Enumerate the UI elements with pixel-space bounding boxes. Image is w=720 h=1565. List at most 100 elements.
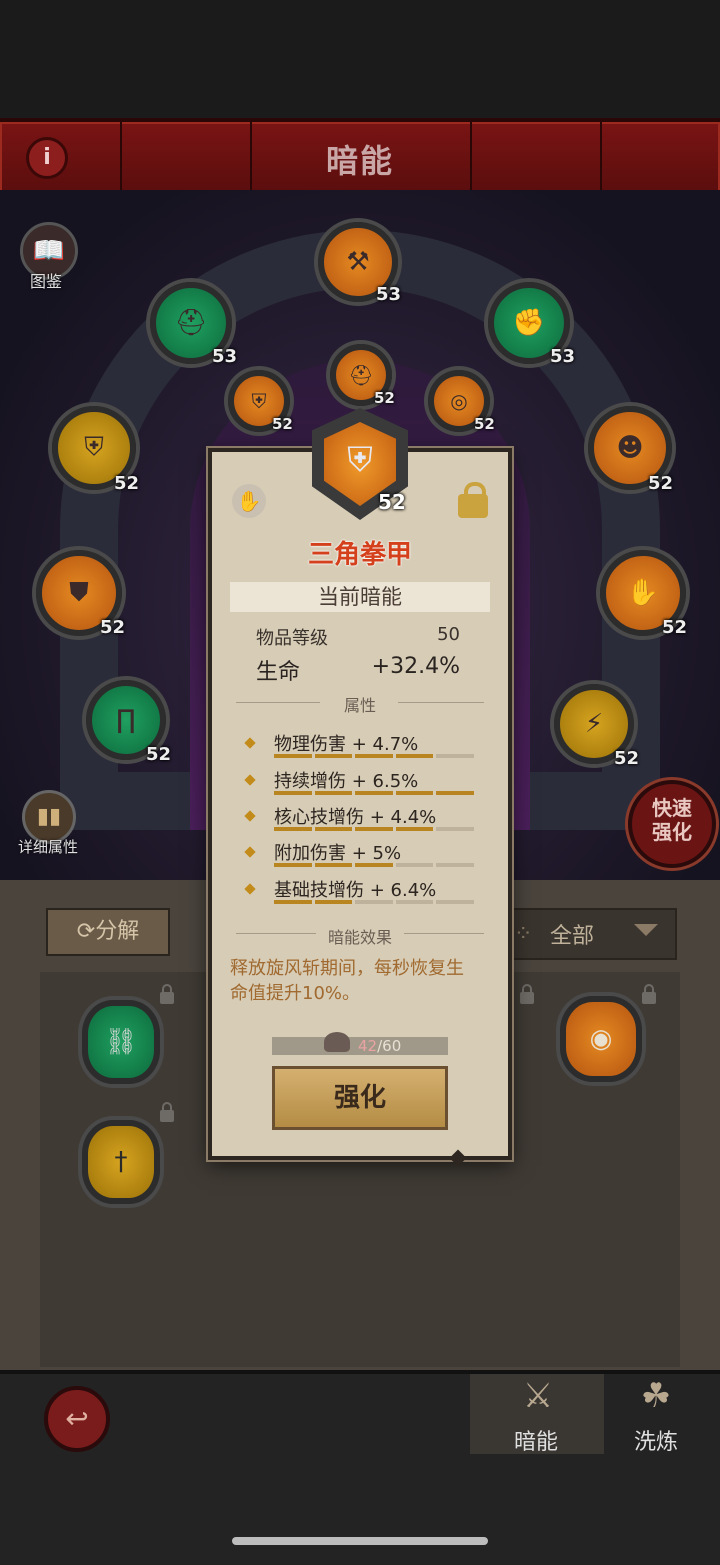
slot-level: 52 <box>374 389 395 407</box>
material-need: /60 <box>377 1037 402 1055</box>
roll-segment <box>436 791 474 795</box>
diamond-bullet-icon <box>244 774 256 786</box>
gauntlet-icon: ⛨ <box>347 440 373 480</box>
unlock-icon-body[interactable] <box>458 494 488 518</box>
life-label: 生命 <box>256 660 301 685</box>
codex-label: 图鉴 <box>29 272 62 291</box>
status-bar-area <box>0 0 720 118</box>
slot-level: 52 <box>146 744 172 765</box>
chevron-down-icon[interactable] <box>634 924 658 936</box>
shoulder-icon: ⛊ <box>69 577 89 608</box>
attribute-roll-bar <box>274 754 474 758</box>
attribute-text: 核心技增伤 + 4.4% <box>274 807 437 828</box>
lock-icon <box>642 984 656 1004</box>
roll-segment <box>436 900 474 904</box>
refine-tab-icon[interactable]: ☘ <box>626 1376 686 1416</box>
diamond-bullet-icon <box>244 883 256 895</box>
roll-segment <box>274 900 312 904</box>
grid-icon: ⁘ <box>514 922 533 947</box>
attribute-text: 持续增伤 + 6.5% <box>274 771 419 792</box>
slot-level: 52 <box>614 748 640 769</box>
glove-icon: ✋ <box>626 578 660 608</box>
slot-level: 53 <box>212 346 238 367</box>
attribute-row: 附加伤害 + 5% <box>244 839 486 875</box>
title-banner: 暗能 <box>0 118 720 198</box>
decompose-button[interactable]: ⟳分解 <box>46 908 170 956</box>
roll-segment <box>395 827 434 831</box>
lock-icon <box>160 984 174 1004</box>
inventory-item[interactable]: † <box>82 1120 160 1204</box>
attribute-text: 附加伤害 + 5% <box>274 843 402 864</box>
quick-label-1: 快速 <box>652 796 692 820</box>
filter-label: 全部 <box>550 924 595 949</box>
attribute-text: 基础技增伤 + 6.4% <box>274 880 437 901</box>
decompose-label: 分解 <box>95 919 140 944</box>
boots-icon: ⚡ <box>584 709 604 739</box>
dark-energy-tab-icon: ⚔ <box>522 1376 554 1416</box>
roll-segment <box>274 827 312 831</box>
inventory-item[interactable]: ◉ <box>560 996 642 1082</box>
amulet-icon: ◉ <box>589 1024 613 1054</box>
quick-label-2: 强化 <box>652 820 692 844</box>
effect-title: 暗能效果 <box>327 928 392 947</box>
slot-level: 52 <box>648 473 674 494</box>
item-level-value: 50 <box>437 624 460 645</box>
effect-text: 释放旋风斩期间，每秒恢复生命值提升10%。 <box>230 958 464 1004</box>
attributes-title: 属性 <box>343 696 376 715</box>
upgrade-button[interactable]: 强化 <box>272 1066 448 1130</box>
roll-segment <box>355 900 393 904</box>
gauntlet-icon: ✊ <box>512 308 546 338</box>
slot-level: 52 <box>474 415 495 433</box>
slot-level: 52 <box>114 473 140 494</box>
pants-icon: ∏ <box>116 705 136 735</box>
attribute-roll-bar <box>274 791 474 795</box>
roll-segment <box>314 863 353 867</box>
section-current-energy: 当前暗能 <box>230 582 490 612</box>
attribute-row: 持续增伤 + 6.5% <box>244 767 486 803</box>
attribute-text: 物理伤害 + 4.7% <box>274 734 419 755</box>
slot-level: 52 <box>100 617 126 638</box>
roll-segment <box>274 791 312 795</box>
chain-icon: ⛓ <box>104 1027 138 1057</box>
diamond-bullet-icon <box>244 810 256 822</box>
roll-segment <box>395 863 434 867</box>
recycle-icon: ⟳ <box>76 919 96 944</box>
item-level-badge: 52 <box>378 490 406 514</box>
attribute-roll-bar <box>274 863 474 867</box>
tab-refine-label[interactable]: 洗炼 <box>620 1424 692 1456</box>
info-icon[interactable]: i <box>26 137 68 179</box>
home-indicator[interactable] <box>232 1537 488 1545</box>
material-count: 42/60 <box>358 1037 401 1055</box>
roll-segment <box>395 754 434 758</box>
glove-icon: ✋ <box>232 484 266 518</box>
mask-icon: ☻ <box>616 433 644 463</box>
roll-segment <box>314 827 353 831</box>
ore-icon <box>324 1032 350 1052</box>
chest-icon: ⛨ <box>84 432 104 463</box>
lock-icon <box>160 1102 174 1122</box>
helm-icon: ⛑ <box>174 308 208 338</box>
lock-icon <box>520 984 534 1004</box>
ring-icon: ◎ <box>450 389 468 413</box>
chest-icon: ⛨ <box>251 389 267 413</box>
roll-segment <box>355 791 393 795</box>
roll-segment <box>395 791 434 795</box>
item-level-label: 物品等级 <box>256 628 328 649</box>
roll-segment <box>436 863 474 867</box>
attribute-roll-bar <box>274 900 474 904</box>
inventory-item[interactable]: ⛓ <box>82 1000 160 1084</box>
sword-icon: † <box>114 1147 128 1177</box>
details-label: 详细属性 <box>17 838 78 856</box>
attribute-row: 核心技增伤 + 4.4% <box>244 803 486 839</box>
quick-upgrade-button[interactable]: 快速 强化 <box>628 780 716 868</box>
attribute-row: 物理伤害 + 4.7% <box>244 730 486 766</box>
slot-level: 52 <box>272 415 293 433</box>
bottom-nav <box>0 1370 720 1565</box>
item-name: 三角拳甲 <box>307 540 412 570</box>
roll-segment <box>274 863 312 867</box>
roll-segment <box>355 863 393 867</box>
diamond-bullet-icon <box>244 737 256 749</box>
back-arrow-icon[interactable]: ↩ <box>44 1386 110 1452</box>
page-title: 暗能 <box>325 142 394 180</box>
life-value: +32.4% <box>371 654 460 679</box>
